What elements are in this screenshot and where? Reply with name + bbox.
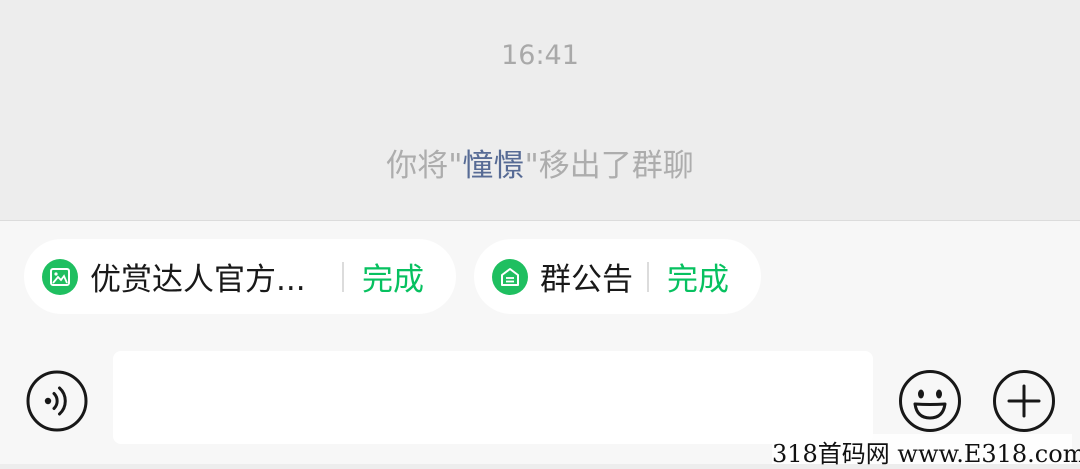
done-button[interactable]: 完成 <box>667 254 729 299</box>
emoji-button[interactable] <box>898 369 962 433</box>
system-message-prefix: 你将" <box>386 148 463 184</box>
system-message-suffix: "移出了群聊 <box>524 148 694 184</box>
chip-title: 优赏达人官方... <box>90 262 306 298</box>
announcement-icon <box>492 258 528 295</box>
pending-task-chip-announcement[interactable]: 群公告 完成 <box>474 239 761 314</box>
voice-input-button[interactable] <box>26 370 88 432</box>
chat-input-panel: 优赏达人官方... 完成 群公告 完成 <box>0 221 1080 464</box>
emoji-icon <box>899 370 961 432</box>
message-input[interactable] <box>113 351 873 444</box>
message-timestamp: 16:41 <box>501 40 579 71</box>
removed-member-name[interactable]: 憧憬 <box>463 148 525 184</box>
chip-separator <box>342 261 344 292</box>
mini-program-image-icon <box>42 258 78 295</box>
chip-title: 群公告 <box>540 262 633 298</box>
system-message: 你将"憧憬"移出了群聊 <box>0 140 1080 185</box>
chat-message-area: 16:41 你将"憧憬"移出了群聊 <box>0 0 1080 220</box>
voice-icon <box>26 370 88 432</box>
pending-task-chip-mini-program[interactable]: 优赏达人官方... 完成 <box>24 239 456 314</box>
plus-icon <box>993 370 1055 432</box>
watermark: 318首码网 www.E318.com <box>772 434 1080 468</box>
chip-separator <box>647 261 649 292</box>
done-button[interactable]: 完成 <box>362 254 424 299</box>
more-functions-button[interactable] <box>992 369 1056 433</box>
